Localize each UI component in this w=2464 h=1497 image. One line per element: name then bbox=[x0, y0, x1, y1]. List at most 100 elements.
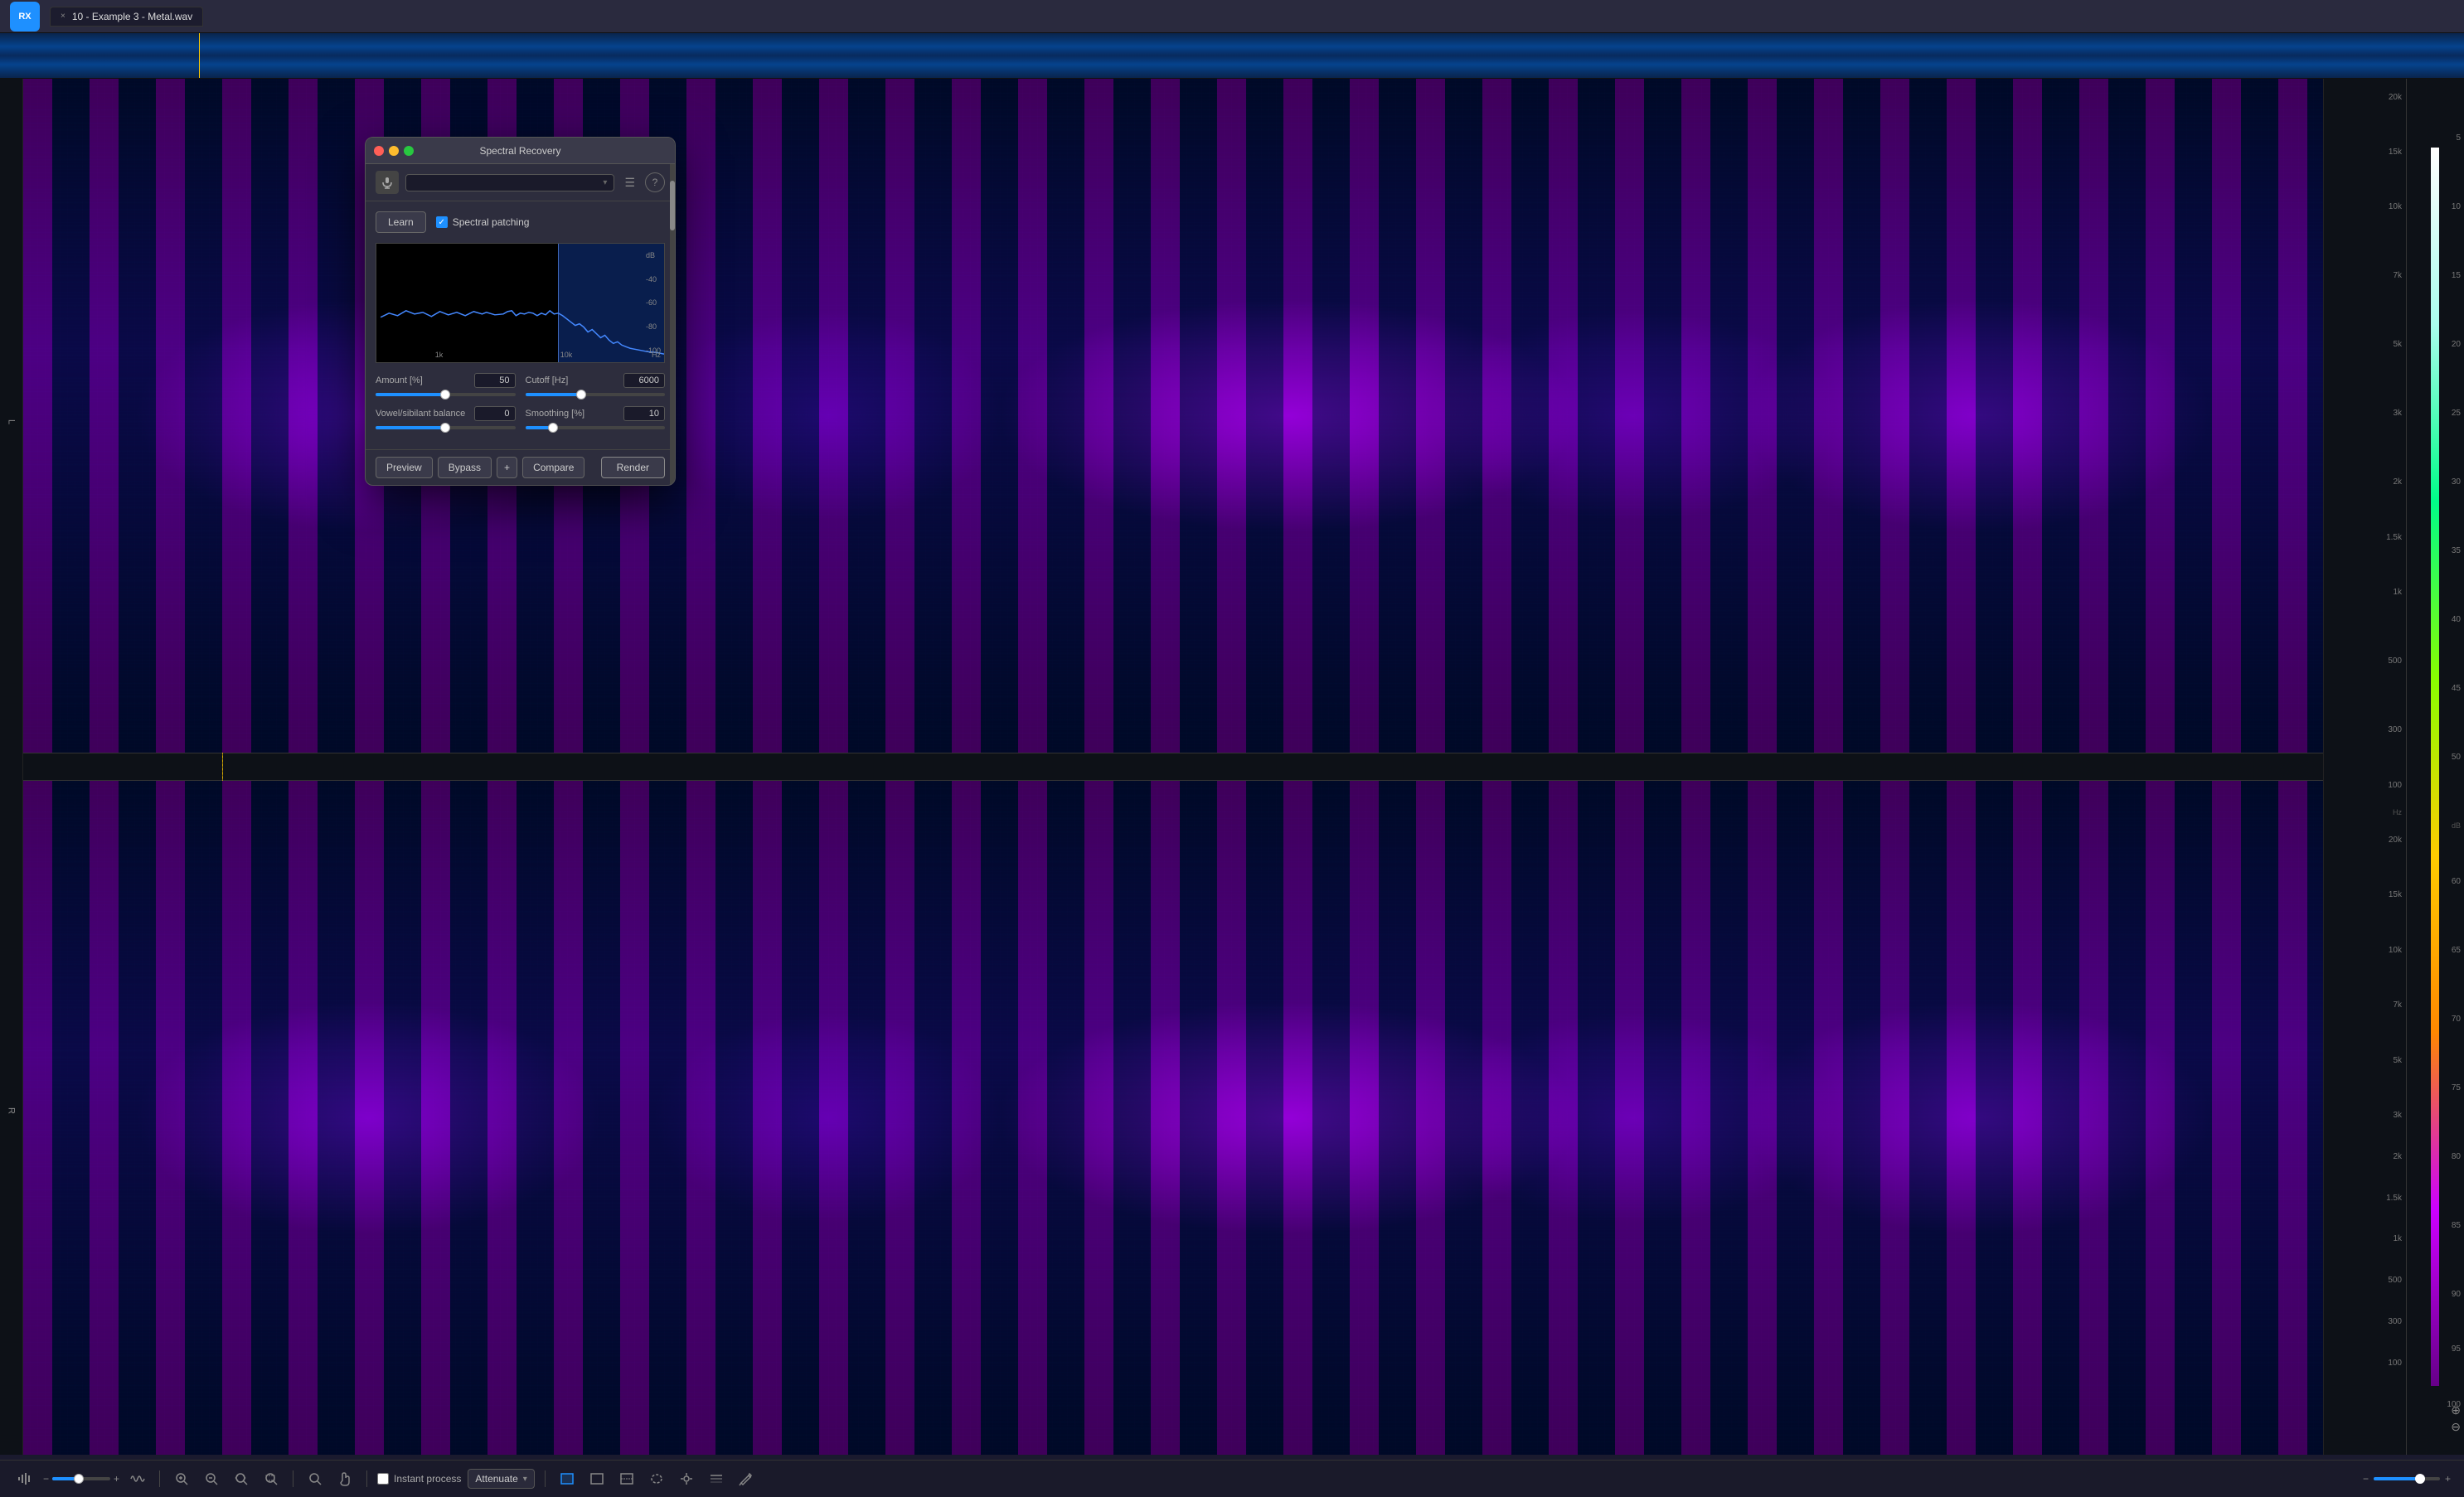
amount-slider-track[interactable] bbox=[376, 393, 516, 396]
spectrum-hz-label: Hz bbox=[652, 351, 661, 359]
tab-close-icon[interactable]: × bbox=[61, 12, 65, 21]
right-zoom-thumb[interactable] bbox=[2415, 1474, 2425, 1484]
spectrogram-bottom[interactable] bbox=[23, 781, 2323, 1455]
smoothing-slider-thumb[interactable] bbox=[548, 423, 558, 433]
cutoff-slider-thumb[interactable] bbox=[576, 390, 586, 400]
freq-100-label: 100 bbox=[2388, 781, 2402, 790]
freq-7k: 7k bbox=[2393, 271, 2402, 280]
pencil-tool[interactable] bbox=[735, 1467, 758, 1490]
render-button[interactable]: Render bbox=[601, 457, 665, 478]
smoothing-slider-track[interactable] bbox=[526, 426, 666, 429]
time-select-tool[interactable] bbox=[585, 1467, 609, 1490]
cutoff-control: Cutoff [Hz] bbox=[526, 373, 666, 396]
db-label-80: 80 bbox=[2452, 1152, 2461, 1161]
spectral-patching-checkbox[interactable]: ✓ bbox=[436, 216, 448, 228]
modal-titlebar[interactable]: Spectral Recovery bbox=[366, 138, 675, 164]
zoom-plus-right[interactable]: + bbox=[2445, 1473, 2451, 1485]
smoothing-header: Smoothing [%] bbox=[526, 406, 666, 421]
spectrum-freq-10k: 10k bbox=[560, 351, 573, 359]
db-label-75: 75 bbox=[2452, 1083, 2461, 1092]
right-zoom-controls: − + bbox=[2363, 1473, 2451, 1485]
freq-1k: 1k bbox=[2393, 588, 2402, 597]
amount-label: Amount [%] bbox=[376, 375, 423, 385]
hamburger-menu-button[interactable]: ☰ bbox=[621, 172, 638, 193]
cutoff-slider-track[interactable] bbox=[526, 393, 666, 396]
modal-close-button[interactable] bbox=[374, 146, 384, 156]
horizontal-zoom-thumb[interactable] bbox=[74, 1474, 84, 1484]
instant-process-checkbox[interactable] bbox=[377, 1473, 389, 1485]
toolbar-divider-4 bbox=[545, 1470, 546, 1487]
zoom-in-tool[interactable] bbox=[170, 1467, 193, 1490]
controls-grid: Amount [%] Cutoff [Hz] bbox=[376, 373, 665, 429]
modal-minimize-button[interactable] bbox=[389, 146, 399, 156]
plus-button[interactable]: + bbox=[497, 457, 517, 478]
db-label-90: 90 bbox=[2452, 1290, 2461, 1299]
app-logo: RX bbox=[10, 2, 40, 31]
freq-select-tool[interactable] bbox=[615, 1467, 638, 1490]
file-tab[interactable]: × 10 - Example 3 - Metal.wav bbox=[50, 7, 203, 27]
amount-slider-thumb[interactable] bbox=[440, 390, 450, 400]
learn-button[interactable]: Learn bbox=[376, 211, 426, 233]
db-label-20: 20 bbox=[2452, 340, 2461, 349]
amount-value[interactable] bbox=[474, 373, 516, 388]
amount-header: Amount [%] bbox=[376, 373, 516, 388]
logo-rx: RX bbox=[18, 12, 31, 22]
cutoff-value[interactable] bbox=[623, 373, 665, 388]
amount-slider-fill bbox=[376, 393, 445, 396]
channel-label-r: R bbox=[7, 1107, 17, 1114]
magic-wand-tool[interactable] bbox=[675, 1467, 698, 1490]
hand-tool[interactable] bbox=[333, 1467, 357, 1490]
modal-scrollbar-thumb[interactable] bbox=[670, 181, 675, 230]
vowel-slider-track[interactable] bbox=[376, 426, 516, 429]
modal-footer: Preview Bypass + Compare Render bbox=[366, 449, 675, 485]
freq-300-b: 300 bbox=[2388, 1317, 2402, 1326]
freq-5k: 5k bbox=[2393, 340, 2402, 349]
right-zoom-track[interactable] bbox=[2374, 1477, 2440, 1480]
waveform-lines bbox=[0, 33, 2464, 78]
search-tool[interactable] bbox=[303, 1467, 327, 1490]
freq-20k: 20k bbox=[2389, 93, 2402, 102]
attenuate-dropdown[interactable]: Attenuate ▾ bbox=[468, 1469, 534, 1489]
zoom-out-left-icon[interactable]: − bbox=[43, 1473, 49, 1485]
db-label-15: 15 bbox=[2452, 271, 2461, 280]
preset-icon bbox=[376, 171, 399, 194]
modal-maximize-button[interactable] bbox=[404, 146, 414, 156]
spectrum-freq-1k: 1k bbox=[435, 351, 444, 359]
zoom-in-icon[interactable]: ⊕ bbox=[2451, 1403, 2461, 1417]
zoom-in-right-icon[interactable]: + bbox=[114, 1473, 119, 1485]
microphone-icon bbox=[381, 176, 394, 189]
preview-button[interactable]: Preview bbox=[376, 457, 433, 478]
vowel-value[interactable] bbox=[474, 406, 516, 421]
bypass-button[interactable]: Bypass bbox=[438, 457, 492, 478]
compare-button[interactable]: Compare bbox=[522, 457, 584, 478]
zoom-out-icon[interactable]: ⊖ bbox=[2451, 1420, 2461, 1434]
vowel-slider-thumb[interactable] bbox=[440, 423, 450, 433]
toolbar-divider-3 bbox=[366, 1470, 367, 1487]
zoom-slider-area: − + bbox=[43, 1473, 119, 1485]
harmonic-tool[interactable] bbox=[705, 1467, 728, 1490]
freq-7k-b: 7k bbox=[2393, 1000, 2402, 1010]
modal-top-row: Learn ✓ Spectral patching bbox=[376, 211, 665, 233]
zoom-region-tool[interactable] bbox=[259, 1467, 283, 1490]
modal-scrollbar[interactable] bbox=[670, 164, 675, 485]
freq-1_5k: 1.5k bbox=[2386, 533, 2402, 542]
zoom-out-tool[interactable] bbox=[200, 1467, 223, 1490]
freq-3k: 3k bbox=[2393, 409, 2402, 418]
right-zoom-fill bbox=[2374, 1477, 2420, 1480]
vowel-header: Vowel/sibilant balance bbox=[376, 406, 516, 421]
zoom-minus-right[interactable]: − bbox=[2363, 1473, 2369, 1485]
tab-filename: 10 - Example 3 - Metal.wav bbox=[72, 11, 192, 22]
waveform-tool-icon[interactable] bbox=[126, 1467, 149, 1490]
db-label-85: 85 bbox=[2452, 1221, 2461, 1230]
spectrum-graph[interactable]: dB -40 -60 -80 -100 1k 10k Hz bbox=[376, 243, 665, 363]
smoothing-value[interactable] bbox=[623, 406, 665, 421]
rectangle-select-tool[interactable] bbox=[555, 1467, 579, 1490]
freq-500: 500 bbox=[2388, 656, 2402, 666]
waveform-overview[interactable] bbox=[0, 33, 2464, 79]
help-button[interactable]: ? bbox=[645, 172, 665, 192]
horizontal-zoom-track[interactable] bbox=[52, 1477, 110, 1480]
zoom-fit-tool[interactable] bbox=[230, 1467, 253, 1490]
audio-waveform-icon[interactable] bbox=[13, 1467, 36, 1490]
preset-dropdown[interactable]: ▾ bbox=[405, 174, 614, 191]
lasso-tool[interactable] bbox=[645, 1467, 668, 1490]
